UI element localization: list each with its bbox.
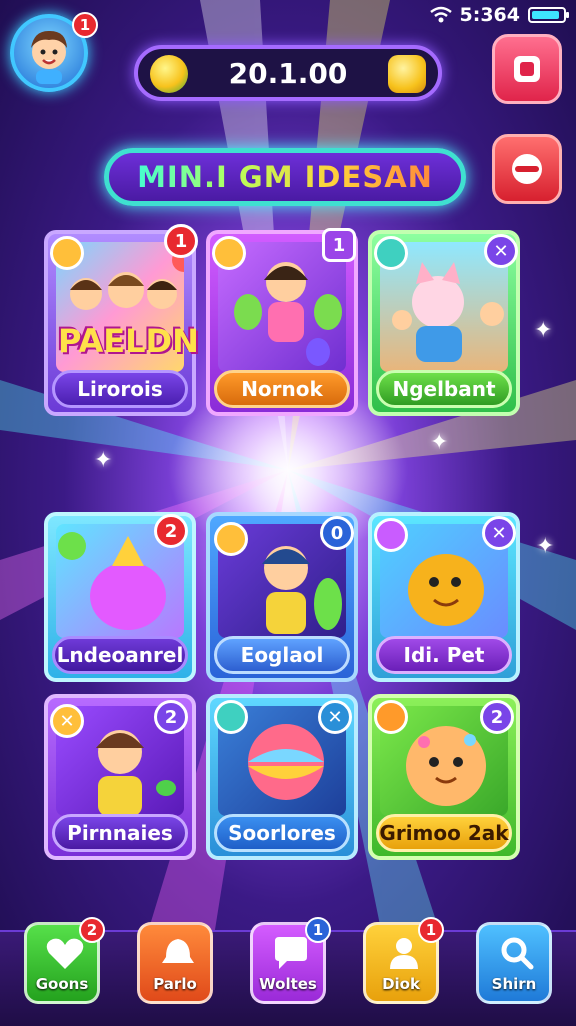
nav-badge: 1 xyxy=(418,917,444,943)
settings-button[interactable] xyxy=(492,134,562,204)
chat-bubble-icon xyxy=(275,937,307,969)
gamepad-icon xyxy=(512,154,542,184)
trophy-icon xyxy=(374,236,408,270)
orb-icon xyxy=(374,518,408,552)
orb-icon xyxy=(214,700,248,734)
nav-label: Parlo xyxy=(153,975,197,993)
card-label: Nornok xyxy=(214,370,350,408)
game-card-3[interactable]: Ngelbant ✕ xyxy=(368,230,520,416)
sparkle-icon: ✦ xyxy=(94,448,113,473)
close-icon[interactable]: ✕ xyxy=(484,234,518,268)
game-card-7[interactable]: Pirnnaies ✕ 2 xyxy=(44,694,196,860)
title-banner: MIN.I GM IDESAN xyxy=(104,148,466,206)
card-label: Lndeoanrel xyxy=(52,636,188,674)
nav-button-woltes[interactable]: Woltes 1 xyxy=(250,917,331,1004)
game-card-8[interactable]: Soorlores ✕ xyxy=(206,694,358,860)
heart-icon xyxy=(46,938,84,969)
badge-count: 1 xyxy=(164,224,198,258)
card-label: Grimoo 2ak xyxy=(376,814,512,852)
nav-button-shirn[interactable]: Shirn xyxy=(476,922,552,1004)
nav-label: Woltes xyxy=(259,975,317,993)
card-label: Ngelbant xyxy=(376,370,512,408)
sparkle-icon: ✦ xyxy=(534,318,553,343)
close-icon[interactable]: ✕ xyxy=(50,704,84,738)
gem-coin-icon xyxy=(150,55,188,93)
bell-icon xyxy=(162,939,194,963)
page-title: MIN.I GM IDESAN xyxy=(137,160,433,194)
nav-button-parlo[interactable]: Parlo xyxy=(137,922,213,1004)
store-icon xyxy=(514,56,540,82)
notification-badge: 1 xyxy=(72,12,98,38)
card-label: Lirorois xyxy=(52,370,188,408)
game-card-4[interactable]: Lndeoanrel 2 xyxy=(44,512,196,682)
nav-badge: 1 xyxy=(305,917,331,943)
nav-label: Goons xyxy=(35,975,89,993)
bonus-icon xyxy=(212,236,246,270)
game-card-9[interactable]: Grimoo 2ak 2 xyxy=(368,694,520,860)
card-label: Pirnnaies xyxy=(52,814,188,852)
sparkle-icon: ✦ xyxy=(536,534,555,559)
card-banner-text: PAELDN xyxy=(58,322,199,360)
user-icon xyxy=(390,938,418,969)
card-label: Idi. Pet xyxy=(376,636,512,674)
sparkle-icon: ✦ xyxy=(430,430,449,455)
badge-count: 2 xyxy=(154,514,188,548)
game-card-5[interactable]: Eoglaol 0 xyxy=(206,512,358,682)
game-card-2[interactable]: Nornok 1 xyxy=(206,228,358,416)
search-icon xyxy=(501,937,534,970)
nav-button-diok[interactable]: Diok 1 xyxy=(363,917,444,1004)
badge-count: 2 xyxy=(480,700,514,734)
status-bar: 5:364 xyxy=(429,2,569,28)
close-icon[interactable]: ✕ xyxy=(482,516,516,550)
gem-icon xyxy=(374,700,408,734)
game-card-6[interactable]: Idi. Pet ✕ xyxy=(368,512,520,682)
badge-count: 1 xyxy=(322,228,356,262)
badge-count: 0 xyxy=(320,516,354,550)
currency-amount: 20.1.00 xyxy=(228,56,348,90)
battery-icon xyxy=(528,7,569,23)
badge-count: 2 xyxy=(154,700,188,734)
nav-label: Diok xyxy=(382,975,420,993)
shop-button[interactable] xyxy=(492,34,562,104)
wifi-icon xyxy=(429,6,452,23)
nav-button-goons[interactable]: Goons 2 xyxy=(24,917,105,1004)
crown-icon xyxy=(214,522,248,556)
card-label: Soorlores xyxy=(214,814,350,852)
game-card-1[interactable]: PAELDN Lirorois 1 xyxy=(44,224,199,416)
profile-avatar[interactable]: 1 xyxy=(10,12,98,92)
card-label: Eoglaol xyxy=(214,636,350,674)
nav-label: Shirn xyxy=(491,975,537,993)
nav-badge: 2 xyxy=(79,917,105,943)
gold-coin-icon xyxy=(388,55,426,93)
close-icon[interactable]: ✕ xyxy=(318,700,352,734)
gift-icon xyxy=(50,236,84,270)
currency-bar[interactable]: 20.1.00 xyxy=(134,45,442,101)
status-time: 5:364 xyxy=(459,4,520,26)
